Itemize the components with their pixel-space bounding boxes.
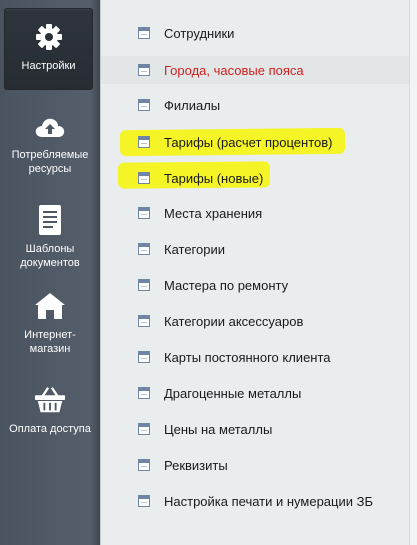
sidebar-item-label: Шаблоны документов xyxy=(20,243,80,269)
document-icon xyxy=(138,351,150,363)
document-icon xyxy=(138,387,150,399)
document-icon xyxy=(138,243,150,255)
menu-item-label: Карты постоянного клиента xyxy=(164,349,331,365)
document-icon xyxy=(138,136,150,148)
menu-item-label: Реквизиты xyxy=(164,457,228,473)
menu-item-label: Филиалы xyxy=(164,97,221,113)
menu-item-precious-metals[interactable]: Драгоценные металлы xyxy=(101,379,409,407)
menu-item-label: Цены на металлы xyxy=(164,421,273,437)
menu-item-label: Мастера по ремонту xyxy=(164,277,289,293)
menu-item-accessory-categories[interactable]: Категории аксессуаров xyxy=(101,307,409,335)
sidebar-item-label: Потребляемые ресурсы xyxy=(11,149,89,175)
menu-item-label: Категории аксессуаров xyxy=(164,313,304,329)
menu-item-label: Тарифы (расчет процентов) xyxy=(164,134,333,150)
sidebar-item-label: Оплата доступа xyxy=(9,423,91,435)
menu-item-cities-timezones[interactable]: Города, часовые пояса xyxy=(101,56,409,84)
document-icon xyxy=(138,459,150,471)
document-icon xyxy=(138,423,150,435)
basket-icon xyxy=(34,384,66,416)
menu-item-metal-prices[interactable]: Цены на металлы xyxy=(101,415,409,443)
menu-item-storage[interactable]: Места хранения xyxy=(101,199,409,227)
menu-item-categories[interactable]: Категории xyxy=(101,235,409,263)
home-icon xyxy=(34,290,66,322)
document-icon xyxy=(138,279,150,291)
menu-item-label: Тарифы (новые) xyxy=(164,170,264,186)
document-icon xyxy=(138,315,150,327)
menu-item-label: Места хранения xyxy=(164,205,263,221)
menu-item-requisites[interactable]: Реквизиты xyxy=(101,451,409,479)
sidebar-item-label: Настройки xyxy=(21,60,76,72)
menu-item-loyalty-cards[interactable]: Карты постоянного клиента xyxy=(101,343,409,371)
document-icon xyxy=(34,204,66,236)
menu-item-print-settings[interactable]: Настройка печати и нумерации ЗБ xyxy=(101,487,409,515)
sidebar-item-label: Интернет-магазин xyxy=(24,329,76,355)
menu-item-label: Драгоценные металлы xyxy=(164,385,302,401)
menu-item-label: Настройка печати и нумерации ЗБ xyxy=(164,493,373,509)
menu-item-label: Города, часовые пояса xyxy=(164,62,304,78)
sidebar-item-shop[interactable]: Интернет-магазин xyxy=(0,290,100,356)
document-icon xyxy=(138,99,150,111)
menu-item-repair-masters[interactable]: Мастера по ремонту xyxy=(101,271,409,299)
menu-item-label: Категории xyxy=(164,241,225,257)
sidebar-item-templates[interactable]: Шаблоны документов xyxy=(0,204,100,270)
cloud-upload-icon xyxy=(34,112,66,144)
menu-item-branches[interactable]: Филиалы xyxy=(101,91,409,119)
settings-menu-panel: Сотрудники Города, часовые пояса Филиалы… xyxy=(100,0,409,545)
gear-icon xyxy=(33,21,65,53)
sidebar-item-resources[interactable]: Потребляемые ресурсы xyxy=(0,112,100,176)
menu-item-label: Сотрудники xyxy=(164,25,235,41)
sidebar-item-settings[interactable]: Настройки xyxy=(4,8,93,90)
menu-item-tariffs-new[interactable]: Тарифы (новые) xyxy=(101,164,409,192)
document-icon xyxy=(138,495,150,507)
sidebar: Настройки Потребляемые ресурсы Шаблоны д… xyxy=(0,0,100,545)
document-icon xyxy=(138,207,150,219)
document-icon xyxy=(138,27,150,39)
scrollbar[interactable] xyxy=(409,0,417,545)
sidebar-item-payment[interactable]: Оплата доступа xyxy=(0,384,100,436)
document-icon xyxy=(138,64,150,76)
menu-item-employees[interactable]: Сотрудники xyxy=(101,19,409,47)
document-icon xyxy=(138,172,150,184)
menu-item-tariffs-percent[interactable]: Тарифы (расчет процентов) xyxy=(101,128,409,156)
